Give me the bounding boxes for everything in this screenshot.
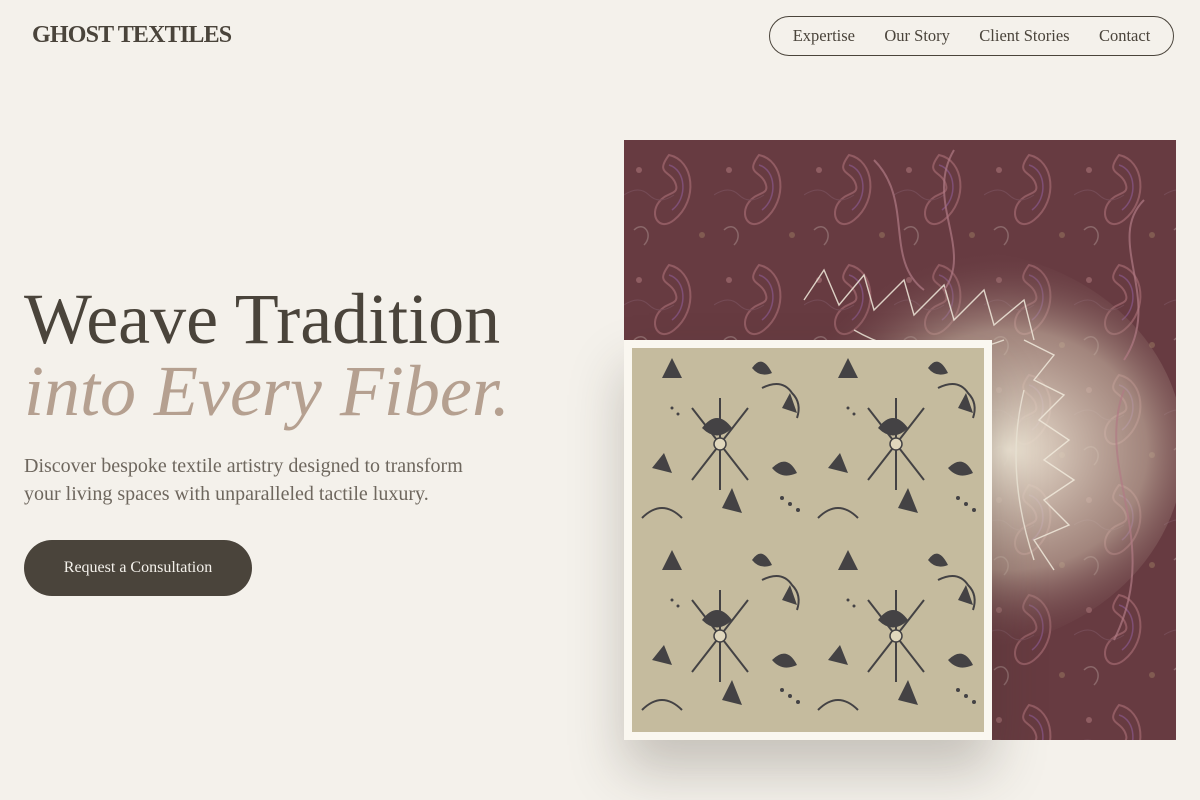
hero-headline-line2: into Every Fiber. xyxy=(24,351,510,431)
nav-item-contact[interactable]: Contact xyxy=(1099,26,1150,46)
hero-subtext: Discover bespoke textile artistry design… xyxy=(24,455,463,505)
nav-item-client-stories[interactable]: Client Stories xyxy=(979,26,1069,46)
hero-headline-line1: Weave Tradition xyxy=(24,279,501,359)
request-consultation-button[interactable]: Request a Consultation xyxy=(24,540,252,596)
batik-textile-image xyxy=(624,340,992,740)
brand-logo[interactable]: GHOST TEXTILES xyxy=(32,22,232,49)
main-nav: Expertise Our Story Client Stories Conta… xyxy=(769,16,1174,56)
nav-item-expertise[interactable]: Expertise xyxy=(793,26,855,46)
nav-item-our-story[interactable]: Our Story xyxy=(884,26,950,46)
